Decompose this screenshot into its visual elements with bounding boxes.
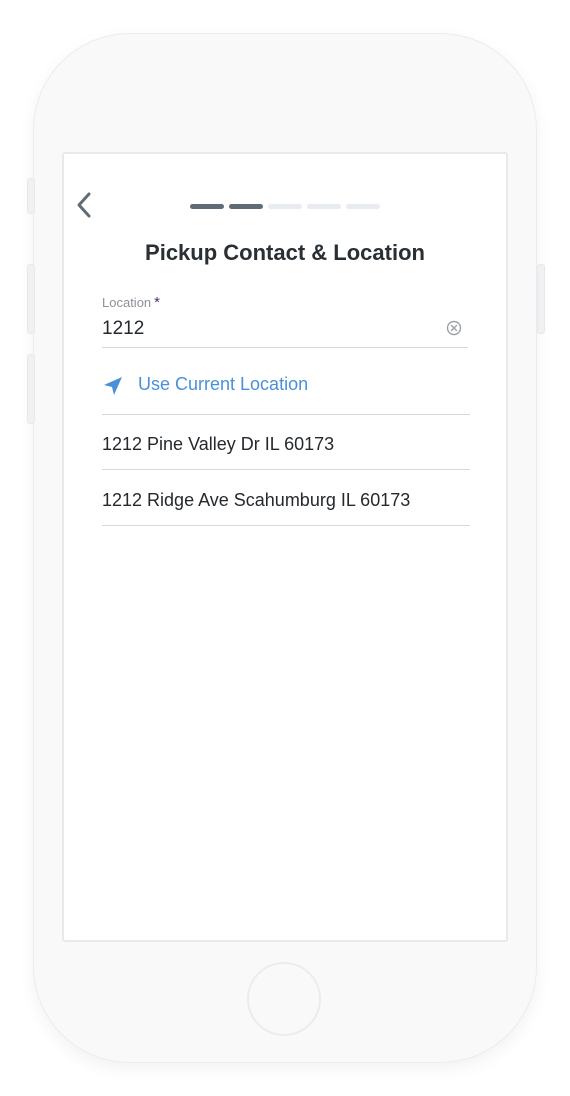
navigation-arrow-icon bbox=[104, 377, 122, 395]
location-field: Location * bbox=[102, 294, 468, 348]
address-suggestion-item[interactable]: 1212 Pine Valley Dr IL 60173 bbox=[102, 415, 470, 470]
address-suggestion-item[interactable]: 1212 Ridge Ave Scahumburg IL 60173 bbox=[102, 471, 470, 526]
location-input-row bbox=[102, 315, 468, 348]
progress-step-1 bbox=[190, 204, 224, 209]
progress-step-3 bbox=[268, 204, 302, 209]
phone-home-button bbox=[247, 962, 321, 1036]
use-current-location-button[interactable]: Use Current Location bbox=[102, 366, 470, 415]
step-progress-indicator bbox=[190, 204, 380, 209]
clear-input-button[interactable] bbox=[446, 320, 462, 336]
location-label-row: Location * bbox=[102, 294, 468, 311]
required-marker: * bbox=[154, 294, 160, 311]
back-button[interactable] bbox=[72, 188, 96, 222]
progress-step-5 bbox=[346, 204, 380, 209]
phone-mute-switch bbox=[27, 178, 35, 214]
chevron-left-icon bbox=[77, 192, 91, 218]
phone-volume-up-button bbox=[27, 264, 35, 334]
location-input[interactable] bbox=[102, 315, 422, 343]
use-current-location-label: Use Current Location bbox=[138, 374, 309, 394]
phone-power-button bbox=[537, 264, 545, 334]
progress-step-2 bbox=[229, 204, 263, 209]
clear-circle-icon bbox=[446, 320, 462, 336]
progress-step-4 bbox=[307, 204, 341, 209]
phone-volume-down-button bbox=[27, 354, 35, 424]
app-screen: Pickup Contact & Location Location* Use … bbox=[62, 152, 508, 942]
page-title: Pickup Contact & Location bbox=[145, 240, 425, 265]
location-label: Location bbox=[102, 295, 152, 310]
